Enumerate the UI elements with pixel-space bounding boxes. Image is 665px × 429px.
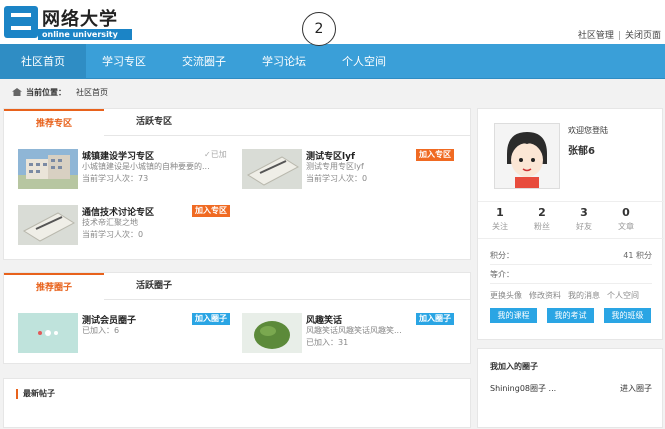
zones-panel: 推荐专区 活跃专区 城镇建设学习专区 小城镇建设是小城镇的自种要要的... 当前…	[3, 108, 471, 260]
zone-joined-status: ✓已加	[204, 149, 227, 160]
welcome-text: 欢迎您登陆	[568, 126, 608, 135]
my-exams-button[interactable]: 我的考试	[547, 308, 594, 323]
check-icon: ✓	[204, 150, 211, 159]
moss-ball-thumbnail-icon	[242, 313, 302, 353]
logo-subtitle: online university	[38, 29, 132, 40]
join-circle-button[interactable]: 加入圈子	[416, 313, 454, 325]
zone-description: 技术帝汇聚之地	[82, 218, 138, 227]
breadcrumb-current[interactable]: 社区首页	[76, 88, 108, 97]
home-icon	[12, 88, 22, 96]
my-circles-title: 我加入的圈子	[490, 362, 538, 371]
nav-item-home[interactable]: 社区首页	[0, 44, 86, 79]
zone-thumbnail[interactable]	[242, 149, 302, 189]
rating-row: 等介：	[490, 267, 652, 284]
annotation-marker: 2	[302, 12, 336, 46]
stat-label: 好友	[576, 222, 592, 231]
my-messages-link[interactable]: 我的消息	[568, 291, 600, 300]
zone-thumbnail[interactable]	[18, 205, 78, 245]
stat-value: 1	[496, 206, 504, 219]
notebook-thumbnail-icon	[242, 149, 302, 189]
my-classes-button[interactable]: 我的班级	[604, 308, 651, 323]
circle-card[interactable]: 风趣笑话 风趣笑话风趣笑话风趣笑... 已加入：31 加入圈子	[242, 313, 462, 357]
zone-learner-count: 当前学习人次：73	[82, 174, 149, 183]
zones-tabs: 推荐专区 活跃专区	[4, 109, 470, 137]
stat-articles[interactable]: 0 文章	[606, 206, 646, 232]
zone-description: 小城镇建设是小城镇的自种要要的...	[82, 162, 210, 171]
logo-badge-icon	[4, 6, 38, 38]
edit-profile-link[interactable]: 修改资料	[529, 291, 561, 300]
user-name[interactable]: 张郁6	[568, 142, 595, 157]
zone-learner-count: 当前学习人次：0	[306, 174, 368, 183]
change-avatar-link[interactable]: 更换头像	[490, 291, 522, 300]
join-zone-button[interactable]: 加入专区	[192, 205, 230, 217]
stat-label: 粉丝	[534, 222, 550, 231]
breadcrumb: 当前位置： 社区首页	[0, 84, 665, 102]
zone-description: 测试专用专区lyf	[306, 162, 364, 171]
tab-recommended-circles[interactable]: 推荐圈子	[4, 273, 104, 301]
circle-thumbnail[interactable]	[242, 313, 302, 353]
community-admin-link[interactable]: 社区管理	[578, 31, 614, 41]
profile-links: 更换头像 修改资料 我的消息 个人空间	[490, 290, 646, 301]
circle-member-count: 已加入：31	[306, 338, 349, 347]
notebook-thumbnail-icon	[18, 205, 78, 245]
logo-title: 网络大学	[42, 9, 118, 30]
nav-item-study-zone[interactable]: 学习专区	[86, 44, 162, 79]
circle-description: 风趣笑话风趣笑话风趣笑...	[306, 326, 402, 335]
news-title: 最新帖子	[16, 389, 55, 399]
points-value: 41 积分	[623, 251, 652, 260]
stat-label: 关注	[492, 222, 508, 231]
user-stats: 1 关注 2 粉丝 3 好友 0 文章	[478, 201, 664, 239]
stat-value: 0	[622, 206, 630, 219]
avatar[interactable]	[494, 123, 560, 189]
circles-tabs: 推荐圈子 活跃圈子	[4, 273, 470, 301]
main-nav: 社区首页 学习专区 交流圈子 学习论坛 个人空间	[0, 44, 665, 79]
join-circle-button[interactable]: 加入圈子	[192, 313, 230, 325]
news-panel: 最新帖子	[3, 378, 471, 428]
breadcrumb-label: 当前位置：	[26, 88, 66, 97]
zone-learner-count: 当前学习人次：0	[82, 230, 144, 239]
close-page-link[interactable]: 关闭页面	[625, 31, 661, 41]
circle-card[interactable]: 测试会员圈子 已加入：6 加入圈子	[18, 313, 238, 357]
nav-item-personal-space[interactable]: 个人空间	[322, 44, 406, 79]
site-logo[interactable]: 网络大学 online university	[4, 3, 132, 41]
teal-thumbnail-icon	[18, 313, 78, 353]
tab-active-zones[interactable]: 活跃专区	[104, 109, 204, 136]
my-circle-name[interactable]: Shining08圈子 ...	[490, 384, 556, 393]
tab-active-circles[interactable]: 活跃圈子	[104, 273, 204, 300]
building-thumbnail-icon	[18, 149, 78, 189]
zone-thumbnail[interactable]	[18, 149, 78, 189]
points-label: 积分：	[490, 251, 514, 260]
top-link-separator: |	[617, 31, 621, 41]
nav-item-forum[interactable]: 学习论坛	[246, 44, 322, 79]
stat-following[interactable]: 1 关注	[480, 206, 520, 232]
rating-label: 等介：	[490, 270, 514, 279]
my-circles-panel: 我加入的圈子 Shining08圈子 ... 进入圈子	[477, 348, 663, 428]
top-links: 社区管理 | 关闭页面	[578, 28, 661, 41]
stat-value: 2	[538, 206, 546, 219]
avatar-cartoon-icon	[495, 124, 559, 188]
profile-panel: 欢迎您登陆 张郁6 1 关注 2 粉丝 3 好友 0 文章 积分： 41 积分 等介： …	[477, 108, 664, 340]
points-row: 积分： 41 积分	[490, 248, 652, 265]
stat-friends[interactable]: 3 好友	[564, 206, 604, 232]
personal-space-link[interactable]: 个人空间	[607, 291, 639, 300]
stat-value: 3	[580, 206, 588, 219]
zone-card[interactable]: 测试专区lyf 测试专用专区lyf 当前学习人次：0 加入专区	[242, 149, 462, 193]
circles-panel: 推荐圈子 活跃圈子 测试会员圈子 已加入：6 加入圈子 风趣笑话 风趣笑话风趣笑…	[3, 272, 471, 364]
zone-card[interactable]: 城镇建设学习专区 小城镇建设是小城镇的自种要要的... 当前学习人次：73 ✓已…	[18, 149, 238, 193]
circle-thumbnail[interactable]	[18, 313, 78, 353]
join-zone-button[interactable]: 加入专区	[416, 149, 454, 161]
my-circle-row: Shining08圈子 ... 进入圈子	[490, 383, 652, 394]
zone-joined-label: 已加	[210, 150, 227, 159]
circle-member-count: 已加入：6	[82, 326, 120, 335]
zone-card[interactable]: 通信技术讨论专区 技术帝汇聚之地 当前学习人次：0 加入专区	[18, 205, 238, 249]
stat-label: 文章	[618, 222, 634, 231]
nav-item-circles[interactable]: 交流圈子	[162, 44, 246, 79]
enter-circle-link[interactable]: 进入圈子	[620, 383, 652, 394]
stat-followers[interactable]: 2 粉丝	[522, 206, 562, 232]
my-courses-button[interactable]: 我的课程	[490, 308, 537, 323]
tab-recommended-zones[interactable]: 推荐专区	[4, 109, 104, 137]
